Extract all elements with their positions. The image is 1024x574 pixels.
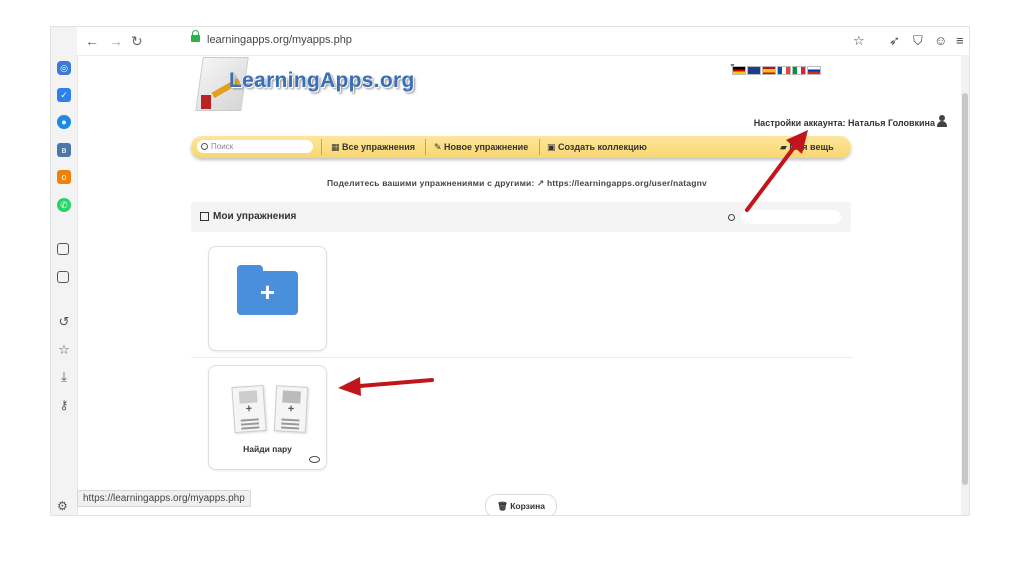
pencil-icon: ✎: [434, 142, 445, 152]
menu-separator: [539, 139, 540, 155]
page-content: LearningApps.org ▼ Настройки аккаунта: Н…: [77, 55, 961, 515]
address-bar: ← → ↻ learningapps.org/myapps.php ☆ ➶ ⛉ …: [77, 27, 969, 56]
my-exercises-panel: Мои упражнения: [191, 202, 851, 232]
app-card-label: Найди пару: [243, 444, 292, 454]
logo-book: [201, 95, 211, 109]
image-template-icon: +: [231, 384, 267, 434]
browser-sidebar: ◎ ✓ ● в o ✆ ↺ ☆ ⤓ ⚷ ⚙: [51, 27, 78, 515]
browser-window: ◎ ✓ ● в o ✆ ↺ ☆ ⤓ ⚷ ⚙ ← → ↻ learningapps…: [50, 26, 970, 516]
divider: [191, 357, 853, 358]
vk-icon[interactable]: в: [57, 143, 71, 157]
grid-icon: ▦: [331, 142, 343, 152]
flag-ru-icon[interactable]: [807, 66, 821, 75]
panel-search-input[interactable]: [741, 210, 841, 224]
odnoklassniki-icon[interactable]: o: [57, 170, 71, 184]
download-icon[interactable]: ⤓: [57, 370, 71, 384]
url-field[interactable]: learningapps.org/myapps.php: [207, 34, 352, 46]
forward-icon[interactable]: →: [109, 33, 123, 49]
scrollbar-thumb[interactable]: [962, 93, 968, 485]
collection-icon: ▣: [547, 142, 559, 152]
new-folder-card[interactable]: +: [208, 246, 327, 351]
reload-icon[interactable]: ↻: [131, 33, 143, 49]
external-link-icon: ↗: [537, 178, 547, 188]
user-icon[interactable]: [937, 115, 947, 127]
back-icon[interactable]: ←: [85, 33, 99, 49]
trash-button[interactable]: 🗑 Корзина: [485, 494, 557, 515]
trash-icon: 🗑: [497, 501, 511, 511]
flag-fr-icon[interactable]: [777, 66, 791, 75]
menu-create-collection[interactable]: ▣ Создать коллекцию: [547, 140, 647, 154]
search-placeholder: Поиск: [211, 142, 234, 151]
scrollbar[interactable]: [961, 55, 969, 515]
flag-de-icon[interactable]: [732, 66, 746, 75]
screenshot-icon[interactable]: [57, 271, 69, 283]
search-icon: [201, 143, 208, 150]
share-line: Поделитесь вашими упражнениями с другими…: [327, 178, 707, 189]
collapse-icon[interactable]: [200, 212, 209, 221]
instagram-icon[interactable]: ◎: [57, 61, 71, 75]
shield-icon[interactable]: ⛉: [913, 33, 923, 49]
video-template-icon: +: [273, 385, 309, 433]
settings-icon[interactable]: ⚙: [57, 499, 68, 513]
share-text: Поделитесь вашими упражнениями с другими…: [327, 178, 535, 188]
menu-all-exercises[interactable]: ▦ Все упражнения: [331, 140, 415, 154]
flag-it-icon[interactable]: [792, 66, 806, 75]
eye-icon[interactable]: [309, 456, 320, 463]
language-flags: [732, 62, 822, 75]
menu-new-exercise[interactable]: ✎ Новое упражнение: [434, 140, 528, 154]
player-icon[interactable]: [57, 243, 69, 255]
flag-es-icon[interactable]: [762, 66, 776, 75]
flag-gb-icon[interactable]: [747, 66, 761, 75]
checkbox-icon[interactable]: ✓: [57, 88, 71, 102]
menu-separator: [425, 139, 426, 155]
messenger-icon[interactable]: ●: [57, 115, 71, 129]
bookmark-star-icon[interactable]: ☆: [853, 33, 865, 49]
key-icon[interactable]: ⚷: [57, 398, 71, 412]
logo-text: LearningApps.org: [229, 69, 415, 92]
star-icon[interactable]: ☆: [57, 343, 71, 357]
site-logo[interactable]: LearningApps.org: [195, 57, 414, 113]
folder-plus-icon: +: [237, 265, 298, 315]
whatsapp-icon[interactable]: ✆: [57, 198, 71, 212]
panel-title: Мои упражнения: [213, 211, 297, 222]
history-icon[interactable]: ↺: [57, 315, 71, 329]
share-link[interactable]: https://learningapps.org/user/natagnv: [547, 178, 707, 188]
account-icon[interactable]: ☺: [934, 33, 947, 48]
menu-separator: [321, 139, 322, 155]
search-input[interactable]: Поиск: [197, 140, 313, 153]
folder-open-icon: ▰: [780, 142, 790, 152]
menu-icon[interactable]: ≡: [956, 33, 964, 48]
lock-icon: [191, 30, 200, 42]
main-menu: Поиск ▦ Все упражнения ✎ Новое упражнени…: [191, 136, 851, 158]
status-bar: https://learningapps.org/myapps.php: [77, 490, 251, 507]
rocket-icon[interactable]: ➶: [889, 33, 900, 49]
account-settings-link[interactable]: Настройки аккаунта: Наталья Головкина: [754, 118, 935, 128]
menu-my-stuff[interactable]: ▰ Моя вещь: [780, 140, 834, 154]
app-card[interactable]: + + Найди пару: [208, 365, 327, 470]
panel-search-icon: [728, 214, 735, 221]
